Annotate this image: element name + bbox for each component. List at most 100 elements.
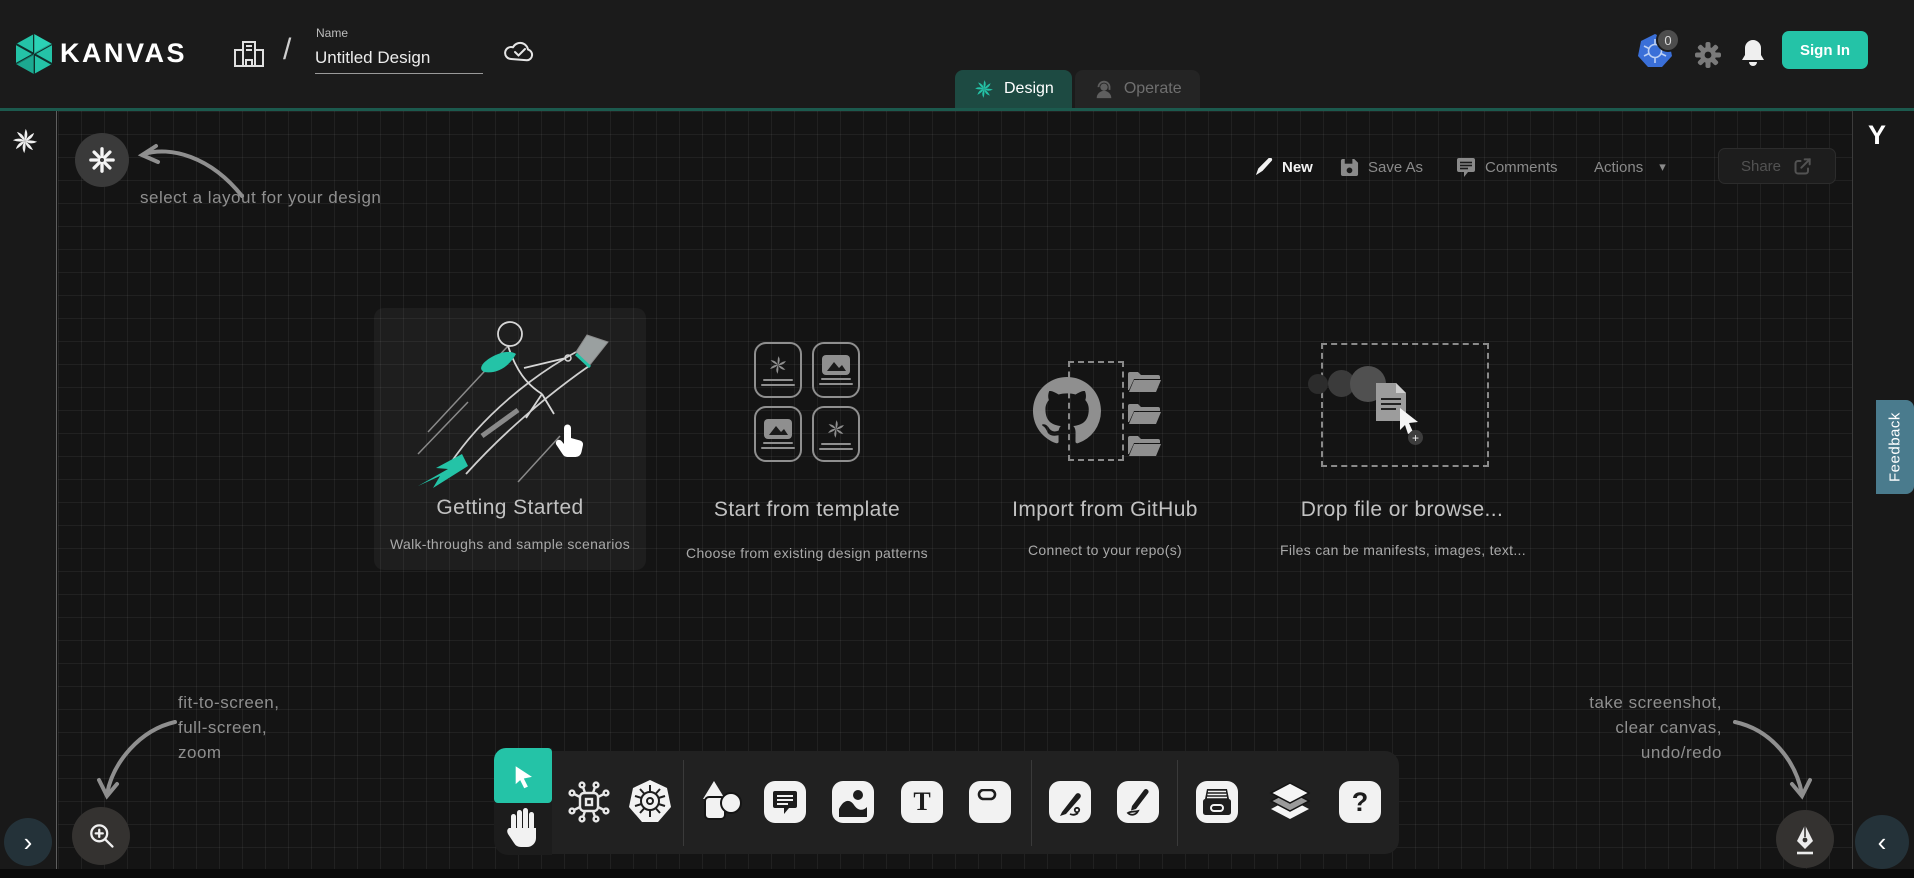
repo-folders-icon	[1126, 366, 1162, 462]
select-tool-button[interactable]	[494, 748, 552, 803]
app-header: KANVAS / Name	[0, 0, 1914, 108]
getting-started-title: Getting Started	[374, 496, 646, 520]
pen-tool-button[interactable]	[1049, 781, 1091, 823]
pan-hand-icon	[505, 806, 541, 848]
brand-name: KANVAS	[60, 38, 187, 69]
getting-started-card[interactable]: Getting Started Walk-throughs and sample…	[374, 308, 646, 570]
template-tile-spiral	[754, 342, 802, 398]
getting-started-illustration	[390, 314, 630, 492]
magnifier-plus-icon	[86, 821, 116, 851]
pan-tool-button[interactable]	[505, 806, 541, 848]
layout-asterisk-icon	[89, 147, 115, 173]
toolbar-divider	[683, 760, 684, 846]
sign-in-button[interactable]: Sign In	[1782, 31, 1868, 69]
kanvas-logo-icon[interactable]	[12, 32, 56, 76]
zoom-button[interactable]	[72, 807, 130, 865]
y-logo-icon[interactable]: Y	[1868, 120, 1886, 151]
layout-hint-text: select a layout for your design	[140, 185, 381, 210]
feedback-button[interactable]: Feedback	[1876, 400, 1914, 494]
template-tile-image	[754, 406, 802, 462]
image-tool-button[interactable]	[832, 781, 874, 823]
design-name-label: Name	[316, 26, 348, 40]
comment-tool-icon	[772, 790, 798, 814]
template-tile-spiral	[812, 406, 860, 462]
drawer-tool-button[interactable]	[1196, 781, 1238, 823]
design-name-input[interactable]	[315, 42, 483, 74]
import-from-github-title: Import from GitHub	[1000, 498, 1210, 522]
save-as-button[interactable]: Save As	[1340, 150, 1423, 184]
left-sidebar	[0, 111, 57, 869]
bottom-edge	[0, 869, 1914, 878]
start-from-template-subtitle: Choose from existing design patterns	[667, 545, 947, 561]
text-tool-icon: T	[913, 787, 930, 817]
pen-nib-icon	[1791, 823, 1819, 855]
hand-cursor-icon	[552, 420, 586, 458]
share-button[interactable]: Share	[1718, 148, 1836, 184]
plus-badge: +	[1408, 430, 1423, 445]
zoom-hint-arrow	[95, 712, 180, 807]
sidebar-spiral-icon[interactable]	[10, 126, 40, 156]
pen-actions-button[interactable]	[1776, 810, 1834, 868]
actions-dropdown[interactable]: Actions ▾	[1594, 150, 1666, 184]
organization-icon[interactable]	[232, 36, 266, 70]
shapes-icon	[699, 779, 743, 825]
select-cursor-icon	[510, 763, 536, 789]
tab-operate[interactable]: Operate	[1075, 70, 1200, 108]
operate-headset-icon	[1093, 78, 1115, 100]
chevron-right-icon: ›	[24, 829, 33, 855]
text-tool-button[interactable]: T	[901, 781, 943, 823]
help-icon: ?	[1352, 787, 1369, 818]
notifications-bell-icon[interactable]	[1740, 38, 1766, 68]
drop-file-subtitle: Files can be manifests, images, text...	[1280, 542, 1524, 558]
collapse-right-panel-button[interactable]: ‹	[1855, 815, 1909, 869]
import-from-github-subtitle: Connect to your repo(s)	[1005, 542, 1205, 558]
settings-gear-icon[interactable]	[1694, 41, 1722, 69]
layers-tool-button[interactable]	[1268, 779, 1312, 825]
image-tool-icon	[838, 787, 868, 817]
sketch-tool-button[interactable]	[1117, 781, 1159, 823]
drawer-icon	[1201, 787, 1233, 817]
chevron-left-icon: ‹	[1878, 829, 1887, 855]
kubernetes-wheel-icon	[626, 777, 674, 825]
shapes-tool-button[interactable]	[699, 779, 743, 825]
mode-tabs: Design Operate	[955, 70, 1200, 108]
expand-left-panel-button[interactable]: ›	[4, 818, 52, 866]
zoom-hint-text: fit-to-screen, full-screen, zoom	[178, 690, 279, 765]
spiral-icon	[767, 354, 789, 376]
github-icon	[1033, 377, 1101, 445]
layers-icon	[1268, 779, 1312, 825]
component-tool-button[interactable]	[566, 779, 612, 825]
tab-operate-label: Operate	[1124, 80, 1182, 98]
spiral-icon	[825, 418, 847, 440]
getting-started-subtitle: Walk-throughs and sample scenarios	[359, 536, 661, 552]
component-circuit-icon	[566, 779, 612, 825]
screenshot-hint-arrow	[1730, 712, 1815, 807]
save-icon	[1340, 158, 1359, 177]
design-spiral-icon	[973, 78, 995, 100]
kanvas-app: KANVAS / Name	[0, 0, 1914, 878]
kubernetes-tool-button[interactable]	[626, 777, 674, 825]
start-from-template-title: Start from template	[697, 498, 917, 522]
share-link-icon	[1793, 156, 1813, 176]
breadcrumb-slash: /	[283, 33, 291, 67]
dot-small	[1308, 374, 1328, 394]
toolbar-divider	[1177, 760, 1178, 846]
layout-select-button[interactable]	[75, 133, 129, 187]
cloud-sync-icon	[503, 38, 537, 64]
comment-tool-button[interactable]	[764, 781, 806, 823]
new-button[interactable]: New	[1254, 150, 1313, 184]
drop-file-title: Drop file or browse...	[1295, 498, 1509, 522]
tab-design[interactable]: Design	[955, 70, 1072, 108]
note-tool-button[interactable]	[969, 781, 1011, 823]
image-icon	[764, 419, 792, 439]
notification-count-badge: 0	[1656, 28, 1680, 52]
comment-icon	[1456, 158, 1476, 177]
caret-down-icon: ▾	[1659, 159, 1666, 175]
tab-design-label: Design	[1004, 80, 1054, 98]
help-tool-button[interactable]: ?	[1339, 781, 1381, 823]
pen-tool-icon	[1056, 788, 1084, 816]
comments-button[interactable]: Comments	[1456, 150, 1558, 184]
image-icon	[822, 355, 850, 375]
pencil-icon	[1254, 158, 1273, 177]
note-tool-icon	[976, 789, 1004, 815]
